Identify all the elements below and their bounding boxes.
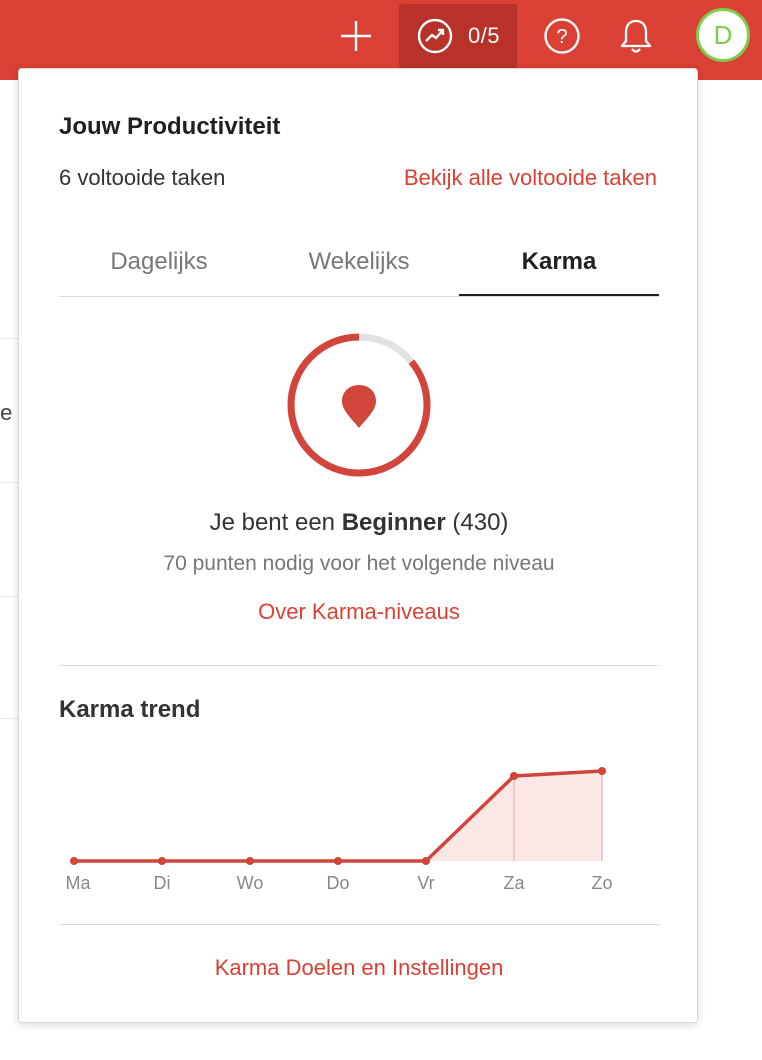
chart-x-tick-label: Za: [503, 873, 525, 893]
notifications-button[interactable]: [614, 14, 658, 58]
background-text-fragment: te: [0, 400, 13, 425]
help-button[interactable]: ?: [540, 14, 584, 58]
karma-levels-link[interactable]: Over Karma-niveaus: [258, 599, 460, 624]
productivity-popup: Jouw Productiviteit 6 voltooide taken Be…: [18, 68, 698, 1023]
chart-x-tick-label: Zo: [591, 873, 612, 893]
help-icon: ?: [544, 18, 580, 54]
completed-tasks-count: 6 voltooide taken: [59, 165, 226, 190]
tab-daily[interactable]: Dagelijks: [59, 248, 259, 296]
karma-trend-chart: Ma Di Wo Do Vr Za Zo: [65, 767, 613, 893]
karma-status: Je bent een Beginner (430): [19, 509, 699, 537]
productivity-tabs: Dagelijks Wekelijks Karma: [59, 244, 659, 297]
karma-level: Beginner: [341, 509, 446, 536]
chart-x-tick-label: Di: [154, 873, 171, 893]
bell-icon: [620, 19, 652, 53]
tab-weekly[interactable]: Wekelijks: [259, 248, 459, 296]
chart-point: [70, 857, 78, 865]
karma-score: (430): [452, 509, 509, 536]
background-divider: [0, 338, 18, 339]
svg-text:?: ?: [556, 26, 567, 48]
productivity-button[interactable]: 0/5: [399, 4, 517, 68]
background-divider: [0, 482, 18, 483]
chart-x-tick-label: Wo: [237, 873, 264, 893]
section-divider: [59, 924, 659, 925]
karma-points-needed: 70 punten nodig voor het volgende niveau: [163, 552, 555, 575]
karma-status-prefix: Je bent een: [209, 509, 336, 536]
karma-drop-icon: [342, 385, 376, 428]
background-divider: [0, 596, 18, 597]
trend-icon: [416, 17, 454, 55]
karma-goals-settings-link[interactable]: Karma Doelen en Instellingen: [215, 955, 504, 980]
chart-point: [510, 772, 518, 780]
add-task-button[interactable]: [334, 16, 378, 56]
chart-x-tick-label: Vr: [417, 873, 434, 893]
section-divider: [59, 665, 659, 666]
chart-x-tick-label: Do: [326, 873, 349, 893]
chart-point: [246, 857, 254, 865]
chart-point: [422, 857, 430, 865]
popup-title: Jouw Productiviteit: [59, 113, 281, 140]
background-divider: [0, 718, 18, 719]
karma-about-row: Over Karma-niveaus: [19, 599, 699, 625]
productivity-count: 0/5: [467, 23, 501, 48]
chart-point: [158, 857, 166, 865]
plus-icon: [341, 21, 371, 51]
tab-karma[interactable]: Karma: [459, 248, 659, 296]
chart-point: [334, 857, 342, 865]
chart-x-tick-label: Ma: [65, 873, 91, 893]
karma-trend-title: Karma trend: [59, 696, 201, 723]
user-avatar[interactable]: D: [696, 8, 750, 62]
chart-point: [598, 767, 606, 775]
karma-footer-row: Karma Doelen en Instellingen: [19, 955, 699, 981]
karma-level-ring: [287, 333, 431, 477]
view-all-completed-link[interactable]: Bekijk alle voltooide taken: [404, 165, 657, 191]
